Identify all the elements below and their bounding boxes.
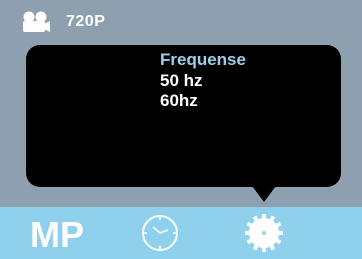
menu-option-50hz[interactable]: 50 hz [160, 71, 246, 91]
menu-pointer [252, 186, 276, 202]
video-camera-icon [23, 11, 50, 32]
bottom-mode-bar: MP [0, 207, 362, 259]
mode-label[interactable]: MP [30, 215, 84, 255]
menu-option-60hz[interactable]: 60hz [160, 91, 246, 111]
frequency-menu: Frequense 50 hz 60hz [160, 50, 246, 111]
resolution-label: 720P [66, 13, 106, 30]
status-header: 720P [0, 0, 362, 44]
clock-icon[interactable] [140, 213, 180, 253]
gear-icon[interactable] [242, 211, 286, 255]
menu-title: Frequense [160, 50, 246, 69]
camera-screen: 720P Frequense 50 hz 60hz MP [0, 0, 362, 259]
